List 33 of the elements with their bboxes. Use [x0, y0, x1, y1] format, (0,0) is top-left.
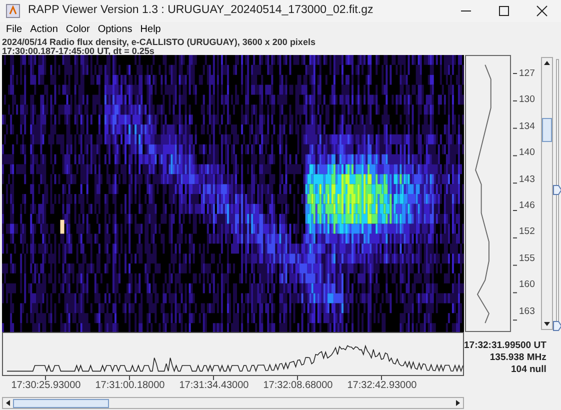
time-label: 17:30:25.93000	[11, 380, 81, 391]
scrollbar-thumb[interactable]	[542, 118, 552, 142]
menu-item[interactable]: File	[2, 22, 26, 38]
frequency-label: 146	[519, 200, 535, 212]
time-label: 17:32:42.93000	[347, 380, 417, 391]
readout-text: 104 null	[510, 364, 546, 376]
frequency-label: 130	[519, 94, 535, 106]
window-title: RAPP Viewer Version 1.3 : URUGUAY_20240514_173000_02.fit.gz	[28, 3, 374, 18]
readout-text: 17:32:31.99500 UT	[464, 340, 546, 352]
time-label: 17:31:34.43000	[179, 380, 249, 391]
frequency-label: 143	[519, 174, 535, 185]
time-label: 17:31:00.18000	[95, 380, 165, 391]
time-label: 17:32:08.68000	[263, 380, 333, 391]
frequency-label: 140	[519, 147, 535, 158]
frequency-label: 152	[519, 226, 535, 238]
frequency-label: 127	[519, 68, 535, 79]
horizontal-scrollbar[interactable]	[2, 397, 464, 409]
menu-item[interactable]: Action	[26, 22, 62, 38]
scrollbar-thumb[interactable]	[13, 398, 109, 408]
vertical-scrollbar[interactable]	[541, 57, 553, 330]
readout-text: 135.938 MHz	[488, 352, 546, 364]
frequency-label: 160	[519, 279, 535, 290]
menu-item[interactable]: Help	[136, 22, 165, 38]
menu-item[interactable]: Color	[62, 22, 94, 38]
info-text: 17:30:00.187-17:45:00 UT, dt = 0.25s	[1, 46, 156, 55]
frequency-label: 134	[519, 120, 535, 132]
maximize-icon	[497, 5, 511, 17]
frequency-label: 155	[519, 252, 535, 264]
menu-item[interactable]: Options	[94, 22, 136, 38]
app-icon	[6, 4, 20, 18]
close-icon	[535, 5, 549, 17]
frequency-label: 163	[519, 306, 535, 317]
info-text: 2024/05/14 Radio flux density, e-CALLISTO (URUGUAY), 3600 x 200 pixels	[1, 38, 316, 46]
